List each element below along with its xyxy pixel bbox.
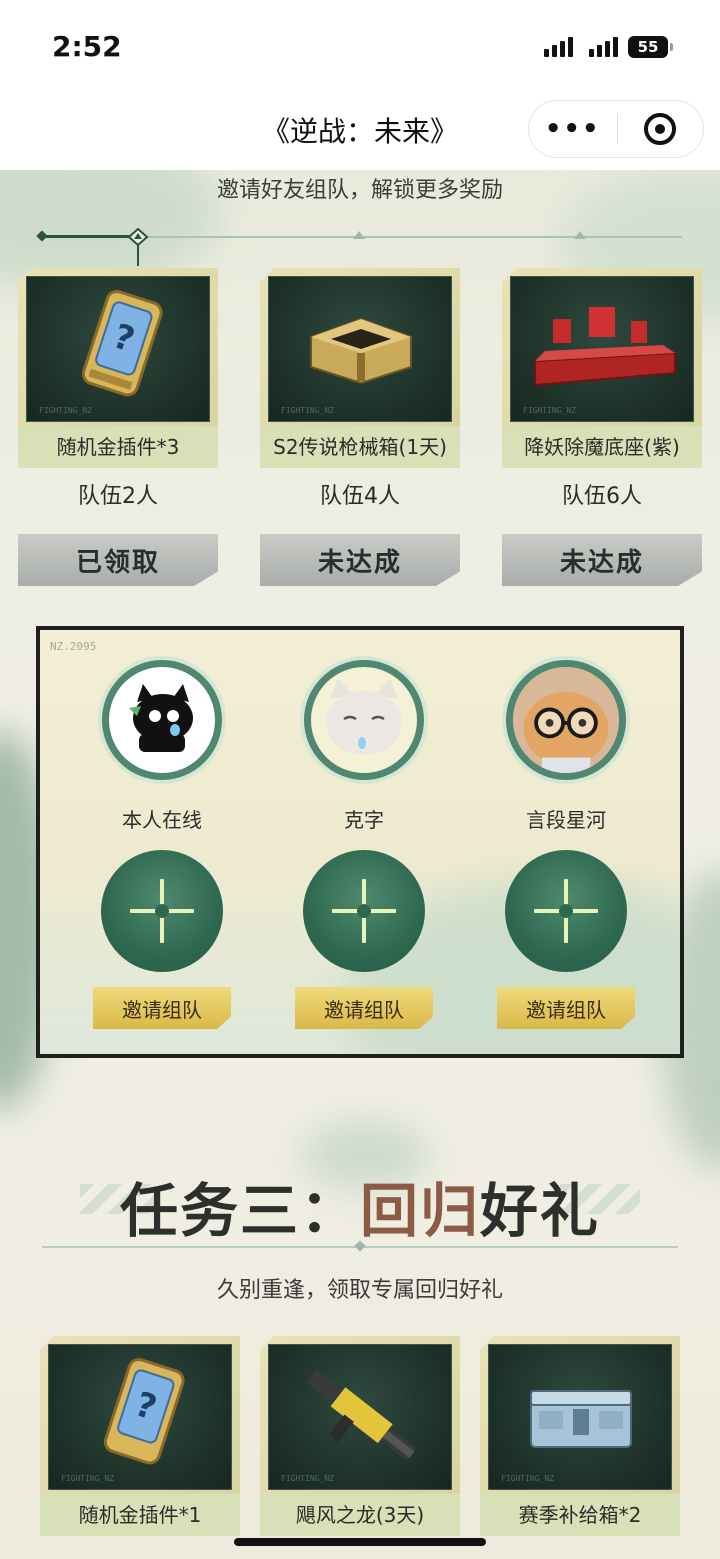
progress-start-dot xyxy=(36,230,48,242)
team-requirement: 队伍6人 xyxy=(562,484,642,509)
close-miniprogram-icon xyxy=(644,113,677,145)
task3-title-prefix: 任务三： xyxy=(119,1177,360,1245)
reward-image: FIGHTING_NZ xyxy=(268,276,452,422)
cellular-signal-icon xyxy=(544,37,573,57)
plus-icon xyxy=(332,879,396,943)
add-member-slot[interactable] xyxy=(303,850,425,972)
reward-image: ? FIGHTING_NZ xyxy=(48,1344,232,1490)
task3-divider xyxy=(42,1240,678,1252)
reward-name: 降妖除魔底座(紫) xyxy=(502,426,702,468)
not-reached-button[interactable]: 未达成 xyxy=(502,534,702,586)
progress-node-icon xyxy=(353,231,365,239)
gold-plugin-icon: ? xyxy=(81,289,163,397)
member-name: 克字 xyxy=(344,808,384,832)
white-cat-avatar-icon xyxy=(326,679,402,755)
panel-code: NZ.2095 xyxy=(50,640,97,653)
reward-image: FIGHTING_NZ xyxy=(268,1344,452,1490)
supply-crate-icon xyxy=(530,1390,632,1448)
plus-icon xyxy=(534,879,598,943)
team-requirement: 队伍4人 xyxy=(320,484,400,509)
card-watermark: FIGHTING_NZ xyxy=(281,406,334,415)
reward-name: 随机金插件*3 xyxy=(18,426,218,468)
home-indicator[interactable] xyxy=(234,1538,486,1546)
close-button[interactable] xyxy=(618,113,704,145)
progress-line-active xyxy=(38,235,138,238)
team-panel: NZ.2095 本人在线 克字 言段星河 邀请组队 邀请组队 邀请组队 xyxy=(36,626,684,1058)
cellular-signal-icon-2 xyxy=(589,37,618,57)
task3-title-highlight: 回归 xyxy=(359,1177,480,1245)
team-section-subtitle: 邀请好友组队，解锁更多奖励 xyxy=(216,178,503,203)
invite-team-button[interactable]: 邀请组队 xyxy=(497,987,635,1029)
card-watermark: FIGHTING_NZ xyxy=(523,406,576,415)
reward-image: ? FIGHTING_NZ xyxy=(26,276,210,422)
orange-cat-with-glasses-avatar-icon xyxy=(513,667,619,773)
battery-icon: 55 xyxy=(628,36,673,58)
claimed-button[interactable]: 已领取 xyxy=(18,534,218,586)
weapon-crate-icon xyxy=(310,317,412,385)
reward-card: ? FIGHTING_NZ 随机金插件*3 xyxy=(18,268,218,468)
task3-subtitle: 久别重逢，领取专属回归好礼 xyxy=(216,1278,503,1303)
reward-card: FIGHTING_NZ 赛季补给箱*2 xyxy=(480,1336,680,1536)
gold-plugin-icon: ? xyxy=(103,1357,185,1465)
status-bar: 2:52 55 xyxy=(0,0,720,96)
plus-icon xyxy=(130,879,194,943)
rifle-icon xyxy=(307,1370,416,1460)
reward-image: FIGHTING_NZ xyxy=(510,276,694,422)
not-reached-button[interactable]: 未达成 xyxy=(260,534,460,586)
card-watermark: FIGHTING_NZ xyxy=(281,1474,334,1483)
invite-team-button[interactable]: 邀请组队 xyxy=(295,987,433,1029)
pedestal-icon xyxy=(534,307,676,387)
team-requirement: 队伍2人 xyxy=(78,484,158,509)
avatar[interactable] xyxy=(102,660,222,780)
miniprogram-capsule: ••• xyxy=(528,100,704,158)
add-member-slot[interactable] xyxy=(505,850,627,972)
task3-title: 任务三：回归好礼 xyxy=(0,1164,720,1248)
task3-title-block: 任务三：回归好礼 xyxy=(0,1164,720,1245)
team-progress-track xyxy=(36,228,682,268)
member-name: 言段星河 xyxy=(526,808,606,832)
reward-card: FIGHTING_NZ 飓风之龙(3天) xyxy=(260,1336,460,1536)
avatar[interactable] xyxy=(506,660,626,780)
status-indicators: 55 xyxy=(544,36,673,58)
member-name: 本人在线 xyxy=(122,808,202,832)
reward-name: 随机金插件*1 xyxy=(40,1494,240,1536)
progress-node-stem xyxy=(137,244,139,266)
progress-node-icon xyxy=(574,231,586,239)
reward-name: 赛季补给箱*2 xyxy=(480,1494,680,1536)
reward-card: FIGHTING_NZ 降妖除魔底座(紫) xyxy=(502,268,702,468)
reward-image: FIGHTING_NZ xyxy=(488,1344,672,1490)
card-watermark: FIGHTING_NZ xyxy=(39,406,92,415)
battery-level: 55 xyxy=(637,38,659,56)
black-cat-avatar-icon xyxy=(129,684,193,752)
nav-bar: 《逆战：未来》 ••• xyxy=(0,96,720,170)
avatar[interactable] xyxy=(304,660,424,780)
add-member-slot[interactable] xyxy=(101,850,223,972)
task3-title-suffix: 好礼 xyxy=(480,1177,601,1245)
status-time: 2:52 xyxy=(52,30,122,63)
reward-name: S2传说枪械箱(1天) xyxy=(260,426,460,468)
invite-team-button[interactable]: 邀请组队 xyxy=(93,987,231,1029)
reward-name: 飓风之龙(3天) xyxy=(260,1494,460,1536)
reward-card: ? FIGHTING_NZ 随机金插件*1 xyxy=(40,1336,240,1536)
card-watermark: FIGHTING_NZ xyxy=(501,1474,554,1483)
more-dots-icon[interactable]: ••• xyxy=(529,100,617,158)
page-content[interactable]: 邀请好友组队，解锁更多奖励 ? FIGHTING_NZ 随机金插件*3 FIGH… xyxy=(0,170,720,1559)
reward-card: FIGHTING_NZ S2传说枪械箱(1天) xyxy=(260,268,460,468)
card-watermark: FIGHTING_NZ xyxy=(61,1474,114,1483)
